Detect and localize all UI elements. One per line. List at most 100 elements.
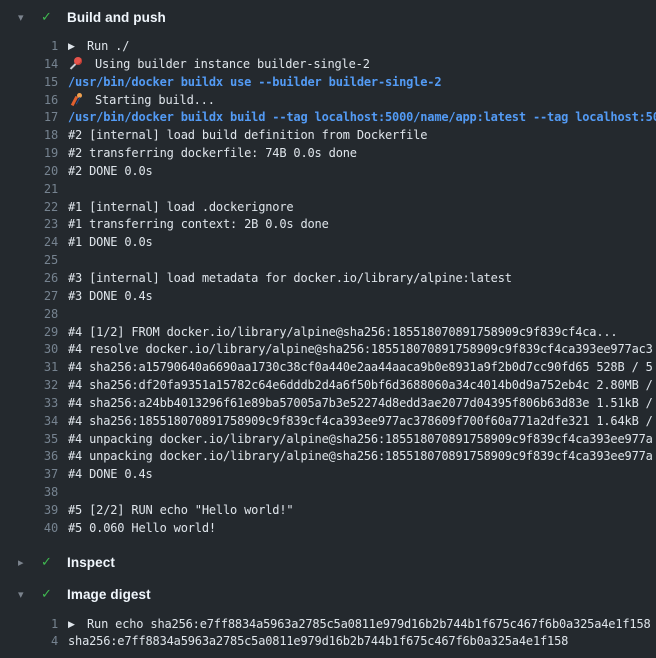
line-text-content: #2 DONE 0.0s [68,164,153,178]
line-text: #4 [1/2] FROM docker.io/library/alpine@s… [68,324,617,342]
log-line: 22 #1 [internal] load .dockerignore [12,199,656,217]
line-number[interactable]: 18 [12,127,58,145]
line-number[interactable]: 19 [12,145,58,163]
line-text: #4 resolve docker.io/library/alpine@sha2… [68,341,653,359]
log-line: 40 #5 0.060 Hello world! [12,520,656,538]
line-text: /usr/bin/docker buildx build --tag local… [68,109,656,127]
log-section: ▸ ✓ Inspect [12,550,656,576]
line-number[interactable]: 33 [12,395,58,413]
log-line: 15 /usr/bin/docker buildx use --builder … [12,74,656,92]
line-text-content: #4 sha256:a15790640a6690aa1730c38cf0a440… [68,360,653,374]
line-text-content: /usr/bin/docker buildx build --tag local… [68,110,656,124]
log-line: 31 #4 sha256:a15790640a6690aa1730c38cf0a… [12,359,656,377]
line-text: #2 DONE 0.0s [68,163,153,181]
line-number[interactable]: 16 [12,92,58,110]
section-header[interactable]: ▾ ✓ Image digest [12,582,656,608]
line-text-content: #3 [internal] load metadata for docker.i… [68,271,512,285]
line-text-content: #4 unpacking docker.io/library/alpine@sh… [68,432,653,446]
line-text-content: /usr/bin/docker buildx use --builder bui… [68,75,441,89]
line-text: #4 unpacking docker.io/library/alpine@sh… [68,448,653,466]
line-number[interactable]: 23 [12,216,58,234]
log-line: 39 #5 [2/2] RUN echo "Hello world!" [12,502,656,520]
line-text: /usr/bin/docker buildx use --builder bui… [68,74,441,92]
log-line: 18 #2 [internal] load build definition f… [12,127,656,145]
line-text: Starting build... [68,92,215,110]
log-line: 33 #4 sha256:a24bb4013296f61e89ba57005a7… [12,395,656,413]
line-number[interactable]: 17 [12,109,58,127]
log-line: 21 [12,181,656,199]
line-text: #4 unpacking docker.io/library/alpine@sh… [68,431,653,449]
line-number[interactable]: 32 [12,377,58,395]
line-text: #4 sha256:a15790640a6690aa1730c38cf0a440… [68,359,653,377]
pushpin-icon [68,57,84,70]
line-number[interactable]: 31 [12,359,58,377]
run-disclosure-icon[interactable]: ▶ [68,39,87,56]
line-number[interactable]: 35 [12,431,58,449]
line-text-content: Run echo sha256:e7ff8834a5963a2785c5a081… [87,617,651,631]
line-text: ▶Run echo sha256:e7ff8834a5963a2785c5a08… [68,616,651,634]
line-text-content: #3 DONE 0.4s [68,289,153,303]
line-number[interactable]: 29 [12,324,58,342]
line-text-content: #1 DONE 0.0s [68,235,153,249]
log-line: 24 #1 DONE 0.0s [12,234,656,252]
disclosure-triangle-icon[interactable]: ▾ [12,12,33,23]
line-number[interactable]: 1 [12,38,58,56]
line-number[interactable]: 27 [12,288,58,306]
line-text-content: #4 sha256:a24bb4013296f61e89ba57005a7b3e… [68,396,653,410]
line-number[interactable]: 15 [12,74,58,92]
section-header[interactable]: ▾ ✓ Build and push [12,4,656,30]
log-line: 30 #4 resolve docker.io/library/alpine@s… [12,341,656,359]
log-line: 20 #2 DONE 0.0s [12,163,656,181]
line-text: #2 [internal] load build definition from… [68,127,427,145]
line-text-content: #2 [internal] load build definition from… [68,128,427,142]
line-number[interactable]: 20 [12,163,58,181]
line-text: #4 sha256:a24bb4013296f61e89ba57005a7b3e… [68,395,653,413]
disclosure-triangle-icon[interactable]: ▾ [12,589,33,600]
disclosure-triangle-icon[interactable]: ▸ [12,557,33,568]
line-number[interactable]: 28 [12,306,58,324]
log-line: 25 [12,252,656,270]
workflow-log: ▾ ✓ Build and push 1 ▶Run ./ 14 Using bu… [0,0,656,651]
line-text-content: #4 sha256:df20fa9351a15782c64e6dddb2d4a6… [68,378,653,392]
line-number[interactable]: 36 [12,448,58,466]
line-number[interactable]: 40 [12,520,58,538]
log-line: 29 #4 [1/2] FROM docker.io/library/alpin… [12,324,656,342]
line-text: #3 DONE 0.4s [68,288,153,306]
line-number[interactable]: 38 [12,484,58,502]
log-line: 34 #4 sha256:185518070891758909c9f839cf4… [12,413,656,431]
line-number[interactable]: 21 [12,181,58,199]
log-line: 14 Using builder instance builder-single… [12,56,656,74]
line-text-content: Run ./ [87,39,129,53]
line-number[interactable]: 34 [12,413,58,431]
line-text-content: #4 sha256:185518070891758909c9f839cf4ca3… [68,414,653,428]
section-header[interactable]: ▸ ✓ Inspect [12,550,656,576]
line-number[interactable]: 14 [12,56,58,74]
line-text: #1 transferring context: 2B 0.0s done [68,216,329,234]
line-number[interactable]: 24 [12,234,58,252]
run-disclosure-icon[interactable]: ▶ [68,617,87,634]
log-line: 26 #3 [internal] load metadata for docke… [12,270,656,288]
line-text: #5 [2/2] RUN echo "Hello world!" [68,502,293,520]
line-number[interactable]: 25 [12,252,58,270]
log-line: 28 [12,306,656,324]
section-title: Build and push [67,10,166,25]
line-number[interactable]: 1 [12,616,58,634]
section-title: Inspect [67,555,115,570]
log-line: 1 ▶Run echo sha256:e7ff8834a5963a2785c5a… [12,616,656,634]
line-number[interactable]: 4 [12,633,58,651]
log-line: 23 #1 transferring context: 2B 0.0s done [12,216,656,234]
line-text-content: #4 [1/2] FROM docker.io/library/alpine@s… [68,325,617,339]
line-text: ▶Run ./ [68,38,129,56]
line-text-content: sha256:e7ff8834a5963a2785c5a0811e979d16b… [68,634,568,648]
log-line: 17 /usr/bin/docker buildx build --tag lo… [12,109,656,127]
line-number[interactable]: 26 [12,270,58,288]
line-number[interactable]: 30 [12,341,58,359]
line-text-content: #4 resolve docker.io/library/alpine@sha2… [68,342,653,356]
line-number[interactable]: 22 [12,199,58,217]
line-number[interactable]: 39 [12,502,58,520]
line-text-content: #4 DONE 0.4s [68,467,153,481]
line-text-content: #5 [2/2] RUN echo "Hello world!" [68,503,293,517]
line-number[interactable]: 37 [12,466,58,484]
line-text-content: Starting build... [95,93,215,107]
line-text: #4 sha256:df20fa9351a15782c64e6dddb2d4a6… [68,377,653,395]
